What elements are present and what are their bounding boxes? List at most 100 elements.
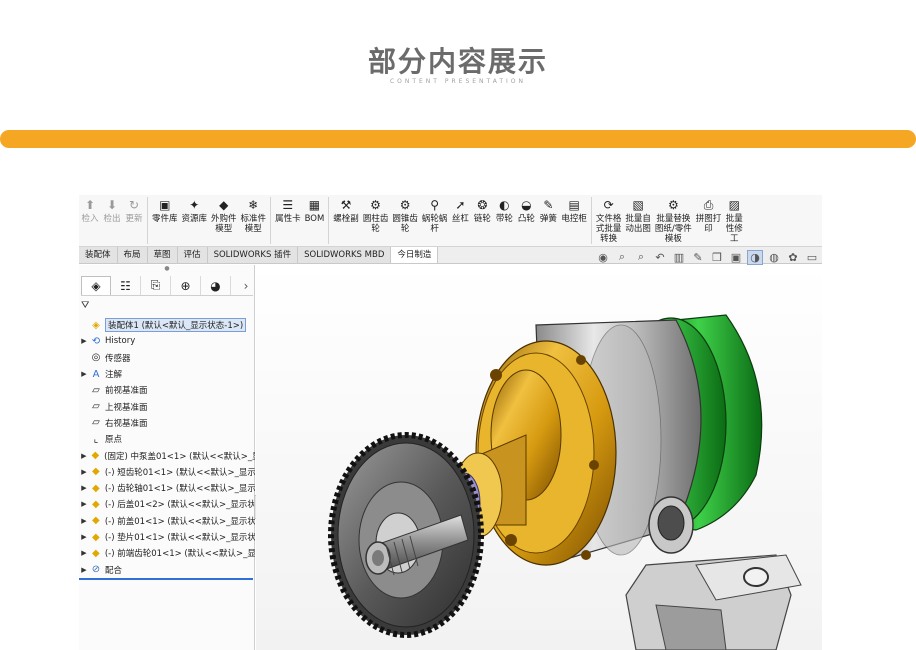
command-label: 零件库 [152,214,178,224]
tab-6[interactable]: 今日制造 [391,247,439,263]
filter-icon[interactable]: ⛛ [81,300,89,311]
plane-icon: ▱ [92,417,100,429]
part-library-icon: ▣ [159,198,171,212]
expand-arrow-icon[interactable]: ▶ [79,452,89,460]
command-button[interactable]: ⚙ 圆锥齿 轮 [390,195,420,246]
tree-item[interactable]: ◎ 传感器 [79,350,255,366]
dimxpert-icon[interactable]: ⊕ [171,276,201,295]
command-button[interactable]: ▨ 批量 性修 工 [723,195,745,246]
panel-handle-icon[interactable]: ● [79,265,255,273]
command-button[interactable]: ➚ 丝杠 [449,195,471,246]
command-button[interactable]: ⎙ 拼图打 印 [694,195,724,246]
sensor-icon: ◎ [91,352,101,364]
pulley-icon: ◐ [499,198,510,212]
featuremanager-tree-icon[interactable]: ◈ [81,276,111,295]
command-button[interactable]: ◆ 外购件 模型 [209,195,239,246]
propertymanager-icon[interactable]: ☷ [111,276,141,295]
tree-item[interactable]: ◈ 装配体1 (默认<默认_显示状态-1>) [79,317,255,333]
expand-arrow-icon[interactable]: ▶ [79,484,89,492]
view-orientation-cube-icon[interactable]: ❒ [709,250,725,265]
display-style-icon[interactable]: ▣ [728,250,744,265]
command-button[interactable]: ✎ 弹簧 [537,195,559,246]
expand-arrow-icon[interactable]: ▶ [79,337,89,345]
view-settings-icon[interactable]: ▭ [804,250,820,265]
command-label: 螺栓副 [333,214,359,224]
tab-4[interactable]: SOLIDWORKS 插件 [207,247,299,263]
expand-arrow-icon[interactable]: ▶ [79,370,89,378]
expand-arrow-icon[interactable]: ▶ [79,468,89,476]
command-button[interactable]: ⬇ 检出 [101,195,123,246]
tree-item[interactable]: ▶ ⟲ History [79,333,255,349]
component-icon: ◆ [91,450,100,462]
configurationmanager-icon[interactable]: ⎘ [141,276,171,295]
tree-item[interactable]: ▶ ⊘ 配合 [79,561,255,577]
command-button[interactable]: ▦ BOM [303,195,327,246]
zoom-to-fit-icon[interactable]: ⌕ [614,250,630,265]
tree-item[interactable]: ▶ ◆ (-) 前盖01<1> (默认<<默认>_显示状 [79,513,255,529]
command-button[interactable]: ⚙ 圆柱齿 轮 [361,195,391,246]
expand-arrow-icon[interactable]: ▶ [79,500,89,508]
view-orientation-icon[interactable]: ◉ [595,250,611,265]
tab-1[interactable]: 布局 [117,247,148,263]
print-icon: ⎙ [703,198,714,212]
tree-item-label: (-) 齿轮轴01<1> (默认<<默认>_显示 [104,484,255,495]
command-button[interactable]: ⚲ 蜗轮蜗 杆 [420,195,450,246]
tab-3[interactable]: 评估 [177,247,208,263]
tree-item-label: (-) 短齿轮01<1> (默认<<默认>_显示 [104,467,255,478]
tree-item[interactable]: ▶ A 注解 [79,366,255,382]
pdm-checkin-icon: ⬆ [84,198,96,212]
command-label: 资源库 [181,214,208,224]
chevron-right-icon[interactable]: › [239,276,253,295]
tree-item[interactable]: ▶ ◆ (-) 后盖01<2> (默认<<默认>_显示状 [79,496,255,512]
command-button[interactable]: ✦ 资源库 [180,195,210,246]
tree-item[interactable]: ▶ ◆ (固定) 中泵盖01<1> (默认<<默认>_显 [79,447,255,463]
expand-arrow-icon[interactable]: ▶ [79,549,89,557]
command-button[interactable]: ↻ 更新 [123,195,145,246]
expand-arrow-icon[interactable]: ▶ [79,566,89,574]
feature-tree: ◈ 装配体1 (默认<默认_显示状态-1>) ▶ ⟲ History ◎ 传感器 ▶ A 注解 ▱ 前… [79,317,255,580]
graphics-area[interactable] [256,265,822,650]
expand-arrow-icon[interactable]: ▶ [79,517,89,525]
tree-rollback-bar[interactable] [79,577,253,580]
command-button[interactable]: ▤ 电控柜 [559,195,589,246]
command-button[interactable]: ▣ 零件库 [150,195,180,246]
command-button[interactable]: ◐ 带轮 [493,195,515,246]
command-label: 批量自 动出图 [625,214,651,234]
dynamic-annotation-icon[interactable]: ✎ [690,250,706,265]
tree-item[interactable]: ▱ 右视基准面 [79,415,255,431]
toolbar-separator [270,197,272,244]
command-button[interactable]: ⚒ 螺栓副 [331,195,361,246]
command-button[interactable]: ⬆ 检入 [79,195,101,246]
section-view-icon[interactable]: ▥ [671,250,687,265]
edit-appearance-icon[interactable]: ◍ [766,250,782,265]
displaymanager-icon[interactable]: ◕ [201,276,231,295]
previous-view-icon[interactable]: ↶ [652,250,668,265]
expand-arrow-icon[interactable]: ▶ [79,533,89,541]
hide-show-icon[interactable]: ◑ [747,249,763,265]
tab-0[interactable]: 装配体 [79,247,118,263]
command-button[interactable]: ▧ 批量自 动出图 [623,195,653,246]
command-label: 带轮 [495,214,513,224]
tree-item[interactable]: ▶ ◆ (-) 短齿轮01<1> (默认<<默认>_显示 [79,464,255,480]
command-button[interactable]: ❄ 标准件 模型 [239,195,269,246]
command-button[interactable]: ⟳ 文件格 式批量 转换 [594,195,624,246]
scenes-icon[interactable]: ✿ [785,250,801,265]
tab-2[interactable]: 草图 [147,247,178,263]
tree-item[interactable]: ▱ 前视基准面 [79,382,255,398]
zoom-area-icon[interactable]: ⌕ [633,250,649,265]
tree-item-label: 前视基准面 [105,386,148,397]
command-button[interactable]: ◒ 凸轮 [515,195,537,246]
tree-item[interactable]: ▶ ◆ (-) 齿轮轴01<1> (默认<<默认>_显示 [79,480,255,496]
command-button[interactable]: ☰ 属性卡 [273,195,303,246]
command-button[interactable]: ⚙ 批量替换 图纸/零件 模板 [653,195,694,246]
command-label: 检出 [103,214,121,224]
command-label: 标准件 模型 [240,214,267,234]
tab-5[interactable]: SOLIDWORKS MBD [298,247,392,263]
plane-icon: ▱ [92,401,100,413]
tree-item[interactable]: ▶ ◆ (-) 前端齿轮01<1> (默认<<默认>_显 [79,545,255,561]
tree-item-label: (-) 前盖01<1> (默认<<默认>_显示状 [104,516,255,527]
tree-item[interactable]: ▶ ◆ (-) 垫片01<1> (默认<<默认>_显示状 [79,529,255,545]
tree-item[interactable]: ⌞ 原点 [79,431,255,447]
tree-item[interactable]: ▱ 上视基准面 [79,398,255,414]
command-button[interactable]: ❂ 链轮 [471,195,493,246]
